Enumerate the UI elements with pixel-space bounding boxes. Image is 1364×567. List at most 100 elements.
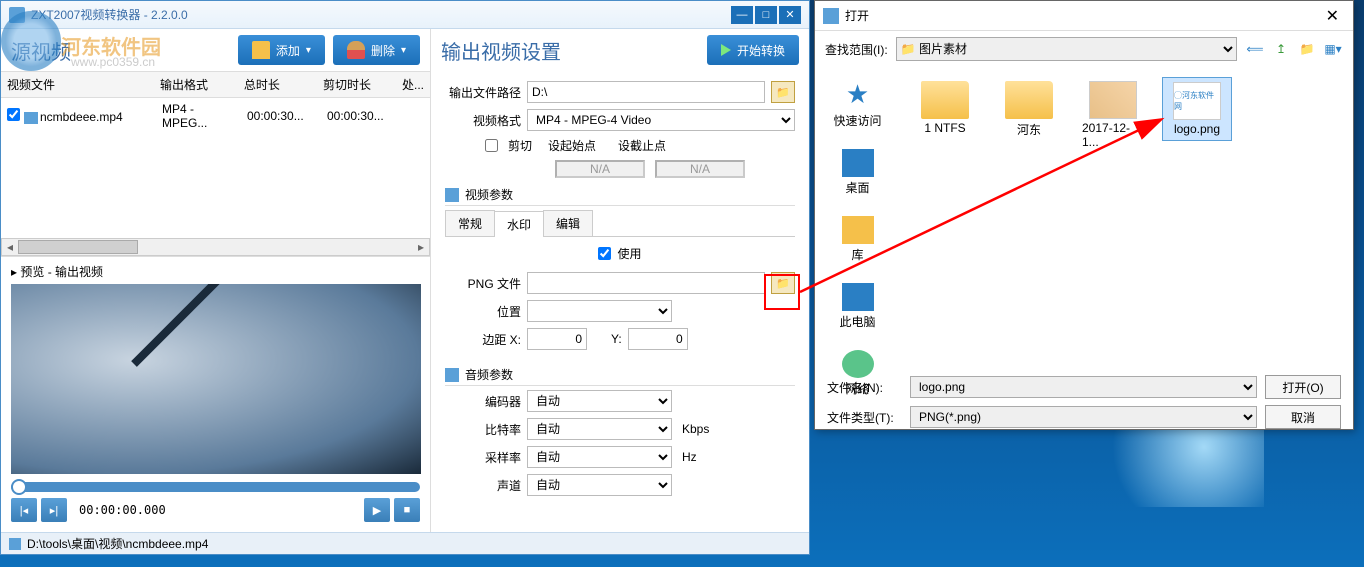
col-action[interactable]: 处...	[396, 72, 430, 97]
file-item[interactable]: 河东	[994, 77, 1064, 142]
prev-button[interactable]: |◂	[11, 498, 37, 522]
samplerate-label: 采样率	[445, 449, 521, 466]
dialog-close-button[interactable]: ✕	[1320, 6, 1345, 26]
maximize-button[interactable]: □	[755, 6, 777, 24]
side-libraries[interactable]: 库	[815, 212, 900, 267]
margin-y-input[interactable]	[628, 328, 688, 350]
next-button[interactable]: ▸|	[41, 498, 67, 522]
pc-icon	[842, 283, 874, 311]
title-bar: ZXT2007视频转换器 - 2.2.0.0 — □ ✕	[1, 1, 809, 29]
row-format: MP4 - MPEG...	[156, 98, 241, 134]
col-format[interactable]: 输出格式	[154, 72, 238, 97]
delete-button[interactable]: 删除 ▾	[333, 35, 420, 65]
play-icon	[721, 44, 731, 56]
cut-checkbox[interactable]	[485, 139, 498, 152]
col-file[interactable]: 视频文件	[1, 72, 154, 97]
view-icon[interactable]: ▦▾	[1323, 39, 1343, 59]
stop-button[interactable]: ■	[394, 498, 420, 522]
video-icon	[24, 112, 38, 124]
bitrate-select[interactable]: 自动	[527, 418, 672, 440]
app-icon	[9, 7, 25, 23]
tab-edit[interactable]: 编辑	[543, 210, 593, 236]
side-label: 此电脑	[839, 313, 875, 330]
chevron-down-icon: ▾	[401, 45, 406, 56]
cancel-button[interactable]: 取消	[1265, 405, 1341, 429]
row-checkbox[interactable]	[7, 108, 20, 121]
col-duration[interactable]: 总时长	[238, 72, 317, 97]
output-heading: 输出视频设置	[441, 36, 561, 65]
file-item[interactable]: 2017-12-1...	[1078, 77, 1148, 153]
start-label: 开始转换	[737, 42, 785, 59]
player-time: 00:00:00.000	[79, 503, 166, 517]
back-icon[interactable]: ⟸	[1245, 39, 1265, 59]
channel-select[interactable]: 自动	[527, 474, 672, 496]
row-cut: 00:00:30...	[321, 105, 401, 127]
output-path-input[interactable]	[527, 81, 765, 103]
samplerate-unit: Hz	[682, 450, 697, 464]
side-desktop[interactable]: 桌面	[815, 145, 900, 200]
file-label: 2017-12-1...	[1082, 121, 1144, 149]
start-convert-button[interactable]: 开始转换	[707, 35, 799, 65]
add-button[interactable]: 添加 ▾	[238, 35, 325, 65]
source-heading: 源视频	[11, 36, 71, 65]
close-button[interactable]: ✕	[779, 6, 801, 24]
col-cut[interactable]: 剪切时长	[317, 72, 396, 97]
star-icon: ★	[846, 79, 869, 110]
audio-params-label: 音频参数	[465, 366, 513, 383]
audio-section-icon	[445, 368, 459, 382]
output-path-label: 输出文件路径	[445, 84, 521, 101]
tab-watermark[interactable]: 水印	[494, 211, 544, 237]
side-this-pc[interactable]: 此电脑	[815, 279, 900, 334]
minimize-button[interactable]: —	[731, 6, 753, 24]
side-label: 快速访问	[833, 112, 881, 129]
position-label: 位置	[445, 303, 521, 320]
filetype-select[interactable]: PNG(*.png)	[910, 406, 1257, 428]
encoder-label: 编码器	[445, 393, 521, 410]
seek-bar[interactable]	[11, 482, 420, 492]
position-select[interactable]	[527, 300, 672, 322]
status-icon	[9, 538, 21, 550]
table-row[interactable]: ncmbdeee.mp4 MP4 - MPEG... 00:00:30... 0…	[1, 98, 430, 134]
library-icon	[842, 216, 874, 244]
chevron-down-icon: ▾	[306, 45, 311, 56]
browse-output-button[interactable]: 📁	[771, 81, 795, 103]
margin-y-label: Y:	[611, 332, 622, 346]
end-point-input	[655, 160, 745, 178]
main-window: ZXT2007视频转换器 - 2.2.0.0 — □ ✕ 河东软件园 www.p…	[0, 0, 810, 555]
status-bar: D:\tools\桌面\视频\ncmbdeee.mp4	[1, 532, 809, 554]
tab-general[interactable]: 常规	[445, 210, 495, 236]
cut-label: 剪切	[508, 137, 532, 154]
margin-x-input[interactable]	[527, 328, 587, 350]
up-icon[interactable]: ↥	[1271, 39, 1291, 59]
row-duration: 00:00:30...	[241, 105, 321, 127]
video-format-select[interactable]: MP4 - MPEG-4 Video	[527, 109, 795, 131]
use-watermark-checkbox[interactable]	[598, 247, 611, 260]
samplerate-select[interactable]: 自动	[527, 446, 672, 468]
file-label: 河东	[1017, 121, 1041, 138]
start-point-label: 设起始点	[542, 137, 602, 154]
image-icon: ◯河东软件网	[1173, 82, 1221, 120]
new-folder-icon[interactable]: 📁	[1297, 39, 1317, 59]
open-button[interactable]: 打开(O)	[1265, 375, 1341, 399]
encoder-select[interactable]: 自动	[527, 390, 672, 412]
side-quick-access[interactable]: ★ 快速访问	[815, 75, 900, 133]
video-params-label: 视频参数	[465, 186, 513, 203]
brush-icon	[347, 41, 365, 59]
h-scrollbar[interactable]: ◂▸	[1, 238, 430, 256]
browse-png-button[interactable]: 📁	[771, 272, 795, 294]
status-path: D:\tools\桌面\视频\ncmbdeee.mp4	[27, 535, 208, 552]
png-file-input[interactable]	[527, 272, 765, 294]
file-item[interactable]: 1 NTFS	[910, 77, 980, 139]
channel-label: 声道	[445, 477, 521, 494]
file-label: 1 NTFS	[924, 121, 965, 135]
delete-label: 删除	[371, 42, 395, 59]
lookin-select[interactable]: 📁 图片素材	[896, 37, 1237, 61]
file-item-selected[interactable]: ◯河东软件网logo.png	[1162, 77, 1232, 141]
output-pane: 输出视频设置 开始转换 输出文件路径 📁 视频格式 MP4 - MPEG-4 V…	[431, 29, 809, 532]
dialog-icon	[823, 8, 839, 24]
side-label: 库	[851, 246, 863, 263]
play-button[interactable]: ▶	[364, 498, 390, 522]
filename-input[interactable]: logo.png	[910, 376, 1257, 398]
video-preview	[11, 284, 421, 474]
filename-label: 文件名(N):	[827, 379, 902, 396]
